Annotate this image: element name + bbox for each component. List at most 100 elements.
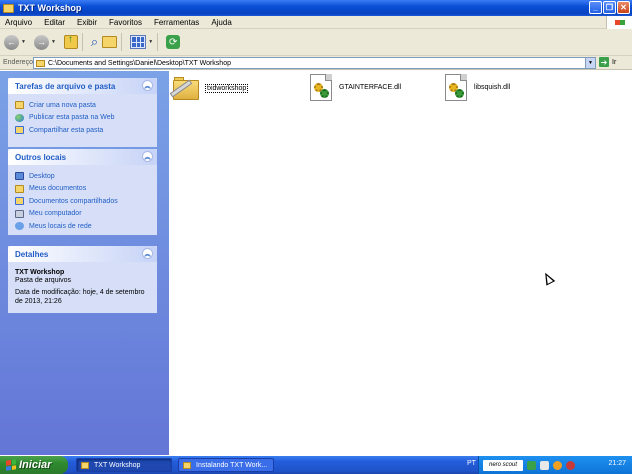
clock[interactable]: 21:27 bbox=[608, 460, 626, 467]
place-label: Meus documentos bbox=[29, 185, 87, 193]
toolbar-divider bbox=[81, 33, 83, 51]
nero-scout-icon[interactable]: nero scout bbox=[483, 459, 523, 471]
folder-icon bbox=[169, 74, 201, 102]
firefox-icon[interactable] bbox=[553, 460, 562, 470]
my-computer-icon bbox=[15, 209, 24, 218]
place-my-documents[interactable]: Meus documentos bbox=[15, 183, 150, 196]
menu-favoritos[interactable]: Favoritos bbox=[103, 18, 148, 27]
menu-bar: Arquivo Editar Exibir Favoritos Ferramen… bbox=[0, 16, 632, 29]
start-button[interactable]: Iniciar bbox=[0, 456, 68, 474]
back-arrow-icon: ← bbox=[4, 34, 19, 50]
menu-ferramentas[interactable]: Ferramentas bbox=[148, 18, 205, 27]
title-bar[interactable]: TXT Workshop _ ❐ ✕ bbox=[0, 0, 632, 16]
start-label: Iniciar bbox=[19, 459, 52, 471]
details-header[interactable]: Detalhes ︽ bbox=[8, 246, 157, 262]
place-label: Meus locais de rede bbox=[29, 222, 92, 230]
toolbar-divider bbox=[121, 33, 123, 51]
task-new-folder[interactable]: Criar uma nova pasta bbox=[15, 99, 150, 112]
place-label: Meu computador bbox=[29, 210, 82, 218]
file-name: GTAINTERFACE.dll bbox=[339, 84, 402, 91]
arrow-tray-icon[interactable] bbox=[527, 460, 536, 470]
my-documents-icon bbox=[15, 184, 24, 193]
dll-file-icon bbox=[445, 74, 467, 101]
details-modified-line1: Data de modificação: hoje, 4 de setembro bbox=[15, 289, 145, 296]
task-publish-web[interactable]: Publicar esta pasta na Web bbox=[15, 112, 150, 125]
new-folder-icon bbox=[15, 101, 24, 110]
file-item-gtainterface[interactable]: GTAINTERFACE.dll bbox=[310, 74, 401, 101]
search-icon: ⌕ bbox=[90, 34, 99, 49]
minimize-button[interactable]: _ bbox=[589, 1, 602, 14]
security-icon[interactable] bbox=[566, 460, 575, 470]
sync-icon: ⟳ bbox=[166, 35, 181, 49]
forward-button[interactable]: → ▼ bbox=[33, 34, 56, 50]
file-list-view[interactable]: txdworkshop GTAINTERFACE.dll libsquish.d… bbox=[169, 71, 632, 455]
taskbar-item-installer[interactable]: Instalando TXT Work... bbox=[178, 458, 274, 472]
globe-icon bbox=[15, 113, 24, 122]
place-my-computer[interactable]: Meu computador bbox=[15, 208, 150, 221]
details-type: Pasta de arquivos bbox=[15, 277, 72, 284]
menu-editar[interactable]: Editar bbox=[38, 18, 71, 27]
forward-arrow-icon: → bbox=[33, 34, 49, 50]
language-indicator[interactable]: PT bbox=[467, 460, 476, 467]
file-name: libsquish.dll bbox=[474, 84, 511, 91]
go-label: Ir bbox=[612, 58, 617, 66]
task-label: Compartilhar esta pasta bbox=[29, 126, 104, 134]
close-button[interactable]: ✕ bbox=[617, 1, 630, 14]
views-button[interactable]: ▼ bbox=[130, 35, 153, 49]
address-dropdown-button[interactable]: ▼ bbox=[585, 58, 595, 68]
task-label: Publicar esta pasta na Web bbox=[29, 114, 115, 122]
chevron-down-icon[interactable]: ▼ bbox=[51, 39, 56, 45]
network-places-icon bbox=[15, 222, 24, 231]
dll-file-icon bbox=[310, 74, 332, 101]
address-label: Endereço bbox=[3, 59, 33, 66]
folder-icon bbox=[183, 461, 191, 469]
file-tasks-panel: Tarefas de arquivo e pasta ︽ Criar uma n… bbox=[8, 78, 157, 147]
folder-icon bbox=[81, 461, 89, 469]
chevron-down-icon[interactable]: ▼ bbox=[21, 39, 26, 45]
place-network[interactable]: Meus locais de rede bbox=[15, 220, 150, 233]
volume-icon[interactable] bbox=[540, 460, 549, 470]
task-pane: Tarefas de arquivo e pasta ︽ Criar uma n… bbox=[0, 71, 169, 455]
go-arrow-icon: ➔ bbox=[599, 57, 609, 67]
toolbar: ← ▼ → ▼ ⌕ ▼ ⟳ bbox=[0, 29, 632, 56]
file-tasks-header[interactable]: Tarefas de arquivo e pasta ︽ bbox=[8, 78, 157, 94]
task-share-folder[interactable]: Compartilhar esta pasta bbox=[15, 124, 150, 137]
go-button[interactable]: ➔ Ir bbox=[599, 57, 616, 67]
place-shared-documents[interactable]: Documentos compartilhados bbox=[15, 195, 150, 208]
other-places-header[interactable]: Outros locais ︽ bbox=[8, 149, 157, 165]
details-modified-line2: de 2013, 21:26 bbox=[15, 298, 62, 305]
place-label: Documentos compartilhados bbox=[29, 197, 118, 205]
folder-icon bbox=[36, 59, 45, 67]
folders-button[interactable] bbox=[102, 36, 118, 48]
address-input[interactable]: C:\Documents and Settings\Daniel\Desktop… bbox=[33, 57, 596, 69]
file-item-txdworkshop[interactable]: txdworkshop bbox=[169, 74, 249, 102]
taskbar-item-txt-workshop[interactable]: TXT Workshop bbox=[76, 458, 172, 472]
file-item-libsquish[interactable]: libsquish.dll bbox=[445, 74, 510, 101]
details-panel: Detalhes ︽ TXT Workshop Pasta de arquivo… bbox=[8, 246, 157, 313]
windows-logo-icon bbox=[606, 16, 632, 29]
sync-button[interactable]: ⟳ bbox=[166, 35, 181, 49]
menu-arquivo[interactable]: Arquivo bbox=[0, 18, 38, 27]
collapse-icon[interactable]: ︽ bbox=[142, 248, 153, 259]
maximize-button[interactable]: ❐ bbox=[603, 1, 616, 14]
shared-documents-icon bbox=[15, 197, 24, 206]
windows-logo-icon bbox=[6, 459, 16, 471]
folder-up-icon bbox=[63, 34, 78, 49]
task-label: Instalando TXT Work... bbox=[196, 461, 268, 469]
collapse-icon[interactable]: ︽ bbox=[142, 80, 153, 91]
views-icon bbox=[130, 35, 147, 49]
toolbar-divider bbox=[157, 33, 159, 51]
taskbar: Iniciar TXT Workshop Instalando TXT Work… bbox=[0, 456, 632, 474]
chevron-down-icon[interactable]: ▼ bbox=[148, 39, 153, 45]
folder-icon bbox=[3, 3, 14, 13]
up-button[interactable] bbox=[63, 34, 78, 49]
desktop-icon bbox=[15, 172, 24, 181]
collapse-icon[interactable]: ︽ bbox=[142, 151, 153, 162]
search-button[interactable]: ⌕ bbox=[91, 34, 98, 50]
back-button[interactable]: ← ▼ bbox=[4, 34, 26, 50]
menu-ajuda[interactable]: Ajuda bbox=[205, 18, 237, 27]
panel-title: Tarefas de arquivo e pasta bbox=[15, 81, 116, 91]
place-desktop[interactable]: Desktop bbox=[15, 170, 150, 183]
file-name: txdworkshop bbox=[205, 83, 249, 93]
menu-exibir[interactable]: Exibir bbox=[71, 18, 103, 27]
